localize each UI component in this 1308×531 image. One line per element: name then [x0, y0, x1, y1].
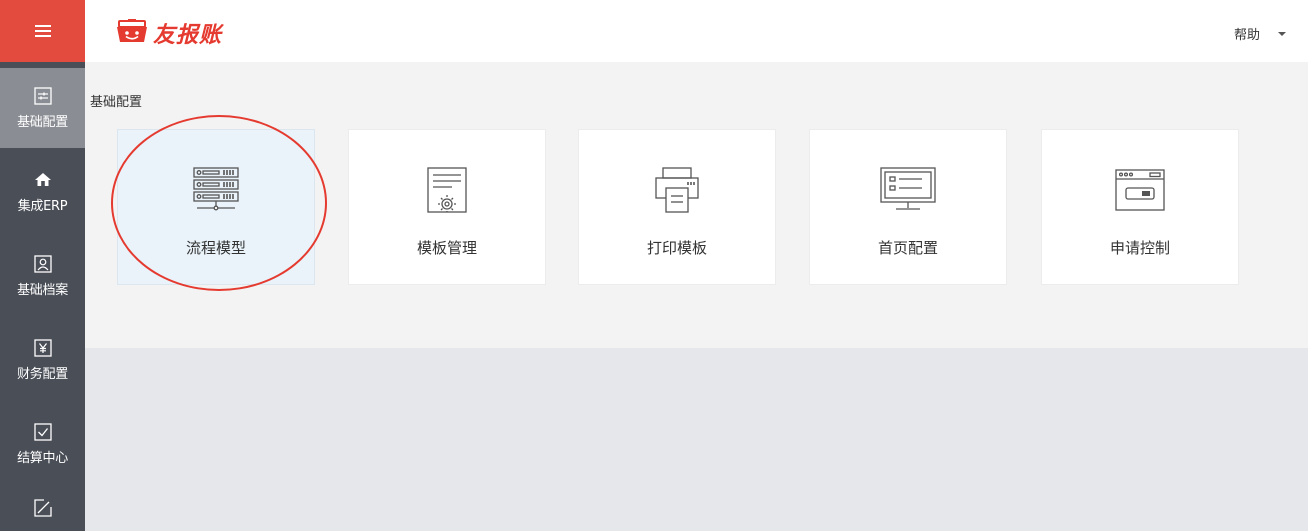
- sidebar-item-erp[interactable]: 集成ERP: [0, 152, 85, 232]
- monitor-icon: [810, 166, 1006, 216]
- card-template-management[interactable]: 模板管理: [349, 130, 545, 284]
- help-menu[interactable]: 帮助: [1234, 24, 1286, 43]
- checkbox-icon: [33, 422, 53, 442]
- help-label: 帮助: [1233, 28, 1260, 43]
- top-header: 友报账 帮助: [85, 0, 1308, 62]
- sidebar-item-label: 基础档案: [17, 283, 68, 298]
- sidebar-item-label: 财务配置: [17, 367, 68, 382]
- card-label: 模板管理: [416, 239, 477, 257]
- card-label: 流程模型: [185, 239, 246, 257]
- sidebar: 基础配置 集成ERP 基础档案 财务配置 结算中心: [0, 0, 85, 531]
- sidebar-item-finance-config[interactable]: 财务配置: [0, 320, 85, 400]
- sidebar-item-settlement[interactable]: 结算中心: [0, 404, 85, 484]
- hamburger-icon: [34, 25, 51, 37]
- menu-toggle-button[interactable]: [0, 0, 85, 62]
- sidebar-item-label: 基础配置: [17, 115, 68, 130]
- server-icon: [118, 166, 314, 216]
- card-process-model[interactable]: 流程模型: [118, 130, 314, 284]
- edit-icon: [33, 498, 53, 518]
- printer-icon: [579, 166, 775, 216]
- card-label: 申请控制: [1109, 239, 1170, 257]
- sidebar-item-label: 结算中心: [17, 451, 68, 466]
- template-gear-icon: [349, 166, 545, 216]
- card-label: 首页配置: [877, 239, 938, 257]
- logo-text: 友报账: [153, 22, 223, 48]
- card-print-template[interactable]: 打印模板: [579, 130, 775, 284]
- sliders-icon: [33, 86, 53, 106]
- home-icon: [33, 170, 53, 190]
- logo-emblem-icon: [115, 18, 149, 48]
- sidebar-item-basic-config[interactable]: 基础配置: [0, 68, 85, 148]
- app-logo[interactable]: 友报账: [115, 17, 222, 49]
- sidebar-item-more[interactable]: [0, 488, 85, 531]
- yen-icon: [33, 338, 53, 358]
- section-title: 基础配置: [90, 95, 143, 110]
- main-content: 基础配置 流程模型 模板管理 打印模板 首页配置 申请控制: [85, 62, 1308, 348]
- window-toggle-icon: [1042, 166, 1238, 216]
- caret-down-icon: [1278, 31, 1286, 36]
- person-card-icon: [33, 254, 53, 274]
- card-application-control[interactable]: 申请控制: [1042, 130, 1238, 284]
- sidebar-item-basic-archive[interactable]: 基础档案: [0, 236, 85, 316]
- sidebar-item-label: 集成ERP: [17, 199, 68, 214]
- card-label: 打印模板: [646, 239, 707, 257]
- card-homepage-config[interactable]: 首页配置: [810, 130, 1006, 284]
